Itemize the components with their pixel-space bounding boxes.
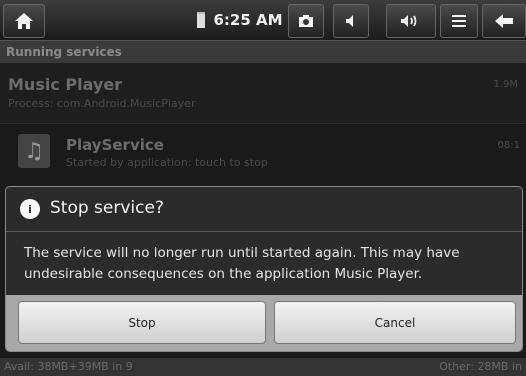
service-time: 08:1 — [497, 140, 520, 151]
app-name: Music Player — [8, 75, 123, 94]
status-clock: 6:25 AM — [196, 4, 284, 36]
memory-footer: Avail: 38MB+39MB in 9 Other: 28MB in — [0, 358, 526, 376]
clock-time: 6:25 AM — [213, 11, 283, 29]
home-icon — [15, 13, 33, 29]
service-status: Started by application: touch to stop — [66, 156, 268, 169]
volume-up-button[interactable] — [386, 4, 436, 38]
app-process: Process: com.Android.MusicPlayer — [8, 97, 196, 110]
home-button[interactable] — [3, 4, 45, 38]
dialog-title-bar: i Stop service? — [6, 187, 522, 232]
screenshot-button[interactable] — [288, 4, 324, 38]
stop-button[interactable]: Stop — [18, 301, 266, 344]
back-button[interactable] — [482, 4, 526, 38]
info-icon: i — [20, 199, 40, 219]
cancel-button[interactable]: Cancel — [274, 301, 516, 344]
android-screen: 6:25 AM Running services Music Player Pr… — [0, 0, 526, 376]
dialog-message: The service will no longer run until sta… — [24, 245, 460, 282]
app-size: 1.9M — [493, 79, 518, 90]
camera-icon — [299, 15, 313, 27]
memory-avail: Avail: 38MB+39MB in 9 — [4, 360, 133, 373]
dialog-button-bar: Stop Cancel — [6, 295, 522, 351]
service-name: PlayService — [66, 136, 164, 154]
section-header: Running services — [0, 41, 526, 63]
music-note-icon: ♫ — [18, 134, 50, 168]
volume-up-icon — [401, 15, 417, 27]
status-bar: 6:25 AM — [0, 0, 526, 41]
menu-icon — [452, 15, 466, 27]
volume-down-icon — [346, 15, 353, 27]
app-row[interactable]: Music Player Process: com.Android.MusicP… — [0, 63, 526, 124]
menu-button[interactable] — [440, 4, 478, 38]
dialog-title: Stop service? — [50, 198, 164, 218]
service-row[interactable]: ♫ PlayService Started by application: to… — [0, 124, 526, 184]
stop-service-dialog: i Stop service? The service will no long… — [5, 186, 523, 352]
memory-other: Other: 28MB in — [439, 360, 522, 373]
back-arrow-icon — [495, 14, 513, 28]
volume-down-button[interactable] — [333, 4, 369, 38]
battery-icon — [197, 12, 206, 28]
